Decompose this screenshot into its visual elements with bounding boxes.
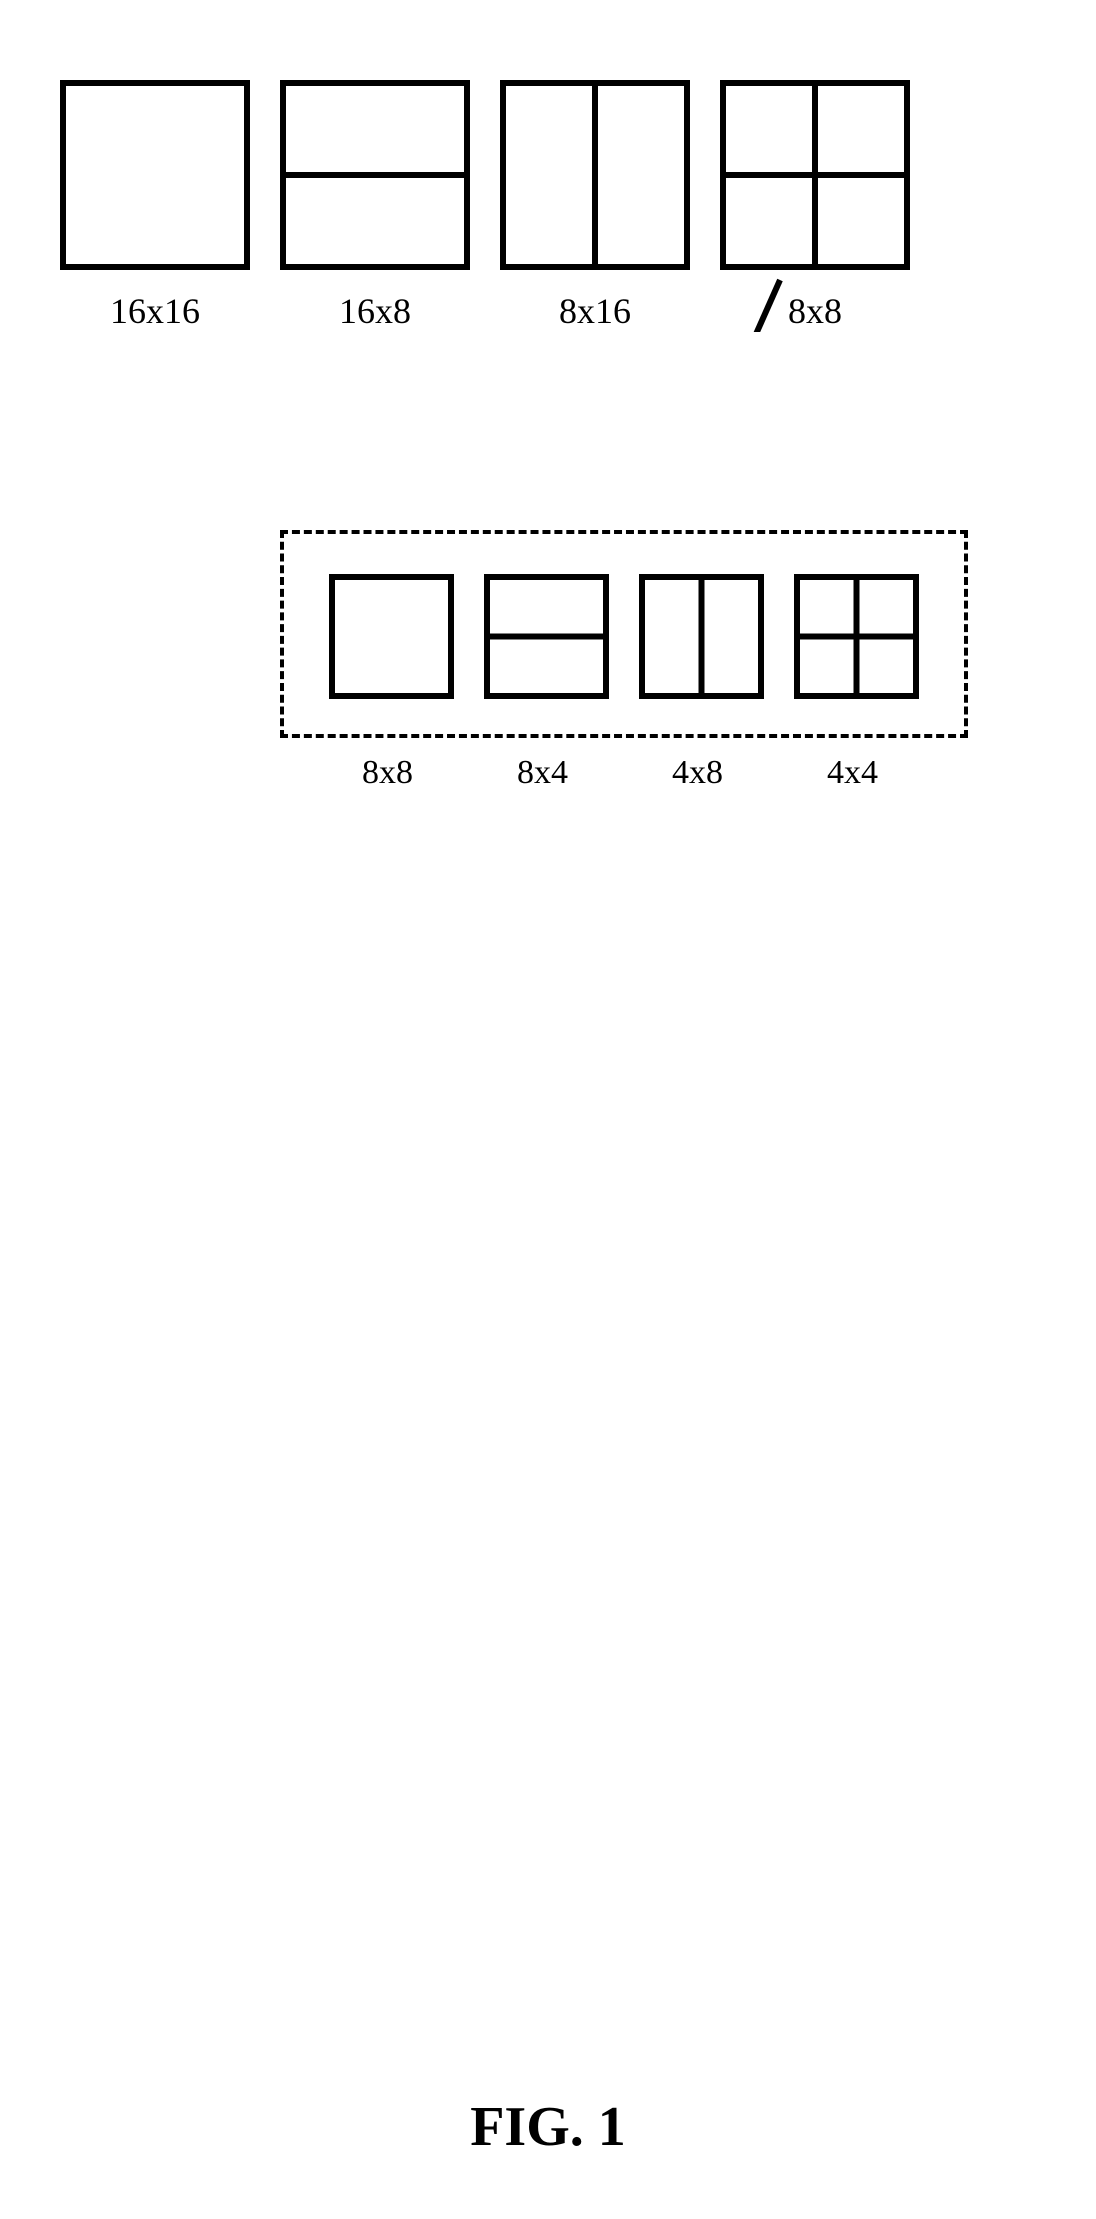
label-8x16: 8x16 [500, 290, 690, 332]
sub-block-4x4 [794, 574, 919, 699]
top-labels: 16x16 16x8 8x16 8x8 [60, 290, 910, 332]
figure-caption: FIG. 1 [0, 2095, 1096, 2159]
block-16x8 [280, 80, 470, 270]
sub-partition-group: 8x8 8x4 4x8 4x4 [280, 530, 968, 792]
block-16x8-box [280, 80, 470, 270]
sub-block-8x4 [484, 574, 609, 699]
sub-block-8x8 [329, 574, 454, 699]
block-16x16-box [60, 80, 250, 270]
block-16x16 [60, 80, 250, 270]
label-sub-4x8: 4x8 [635, 754, 760, 792]
sub-block-4x8 [639, 574, 764, 699]
label-sub-4x4: 4x4 [790, 754, 915, 792]
label-sub-8x8: 8x8 [325, 754, 450, 792]
diagram-stage: 16x16 16x8 8x16 8x8 [60, 80, 910, 332]
label-sub-8x4: 8x4 [480, 754, 605, 792]
block-8x16 [500, 80, 690, 270]
label-16x8: 16x8 [280, 290, 470, 332]
sub-labels: 8x8 8x4 4x8 4x4 [325, 754, 968, 792]
block-8x8-box [720, 80, 910, 270]
label-8x8: 8x8 [720, 290, 910, 332]
top-partition-row [60, 80, 910, 270]
label-16x16: 16x16 [60, 290, 250, 332]
sub-partition-border [280, 530, 968, 738]
block-8x16-box [500, 80, 690, 270]
block-8x8 [720, 80, 910, 270]
